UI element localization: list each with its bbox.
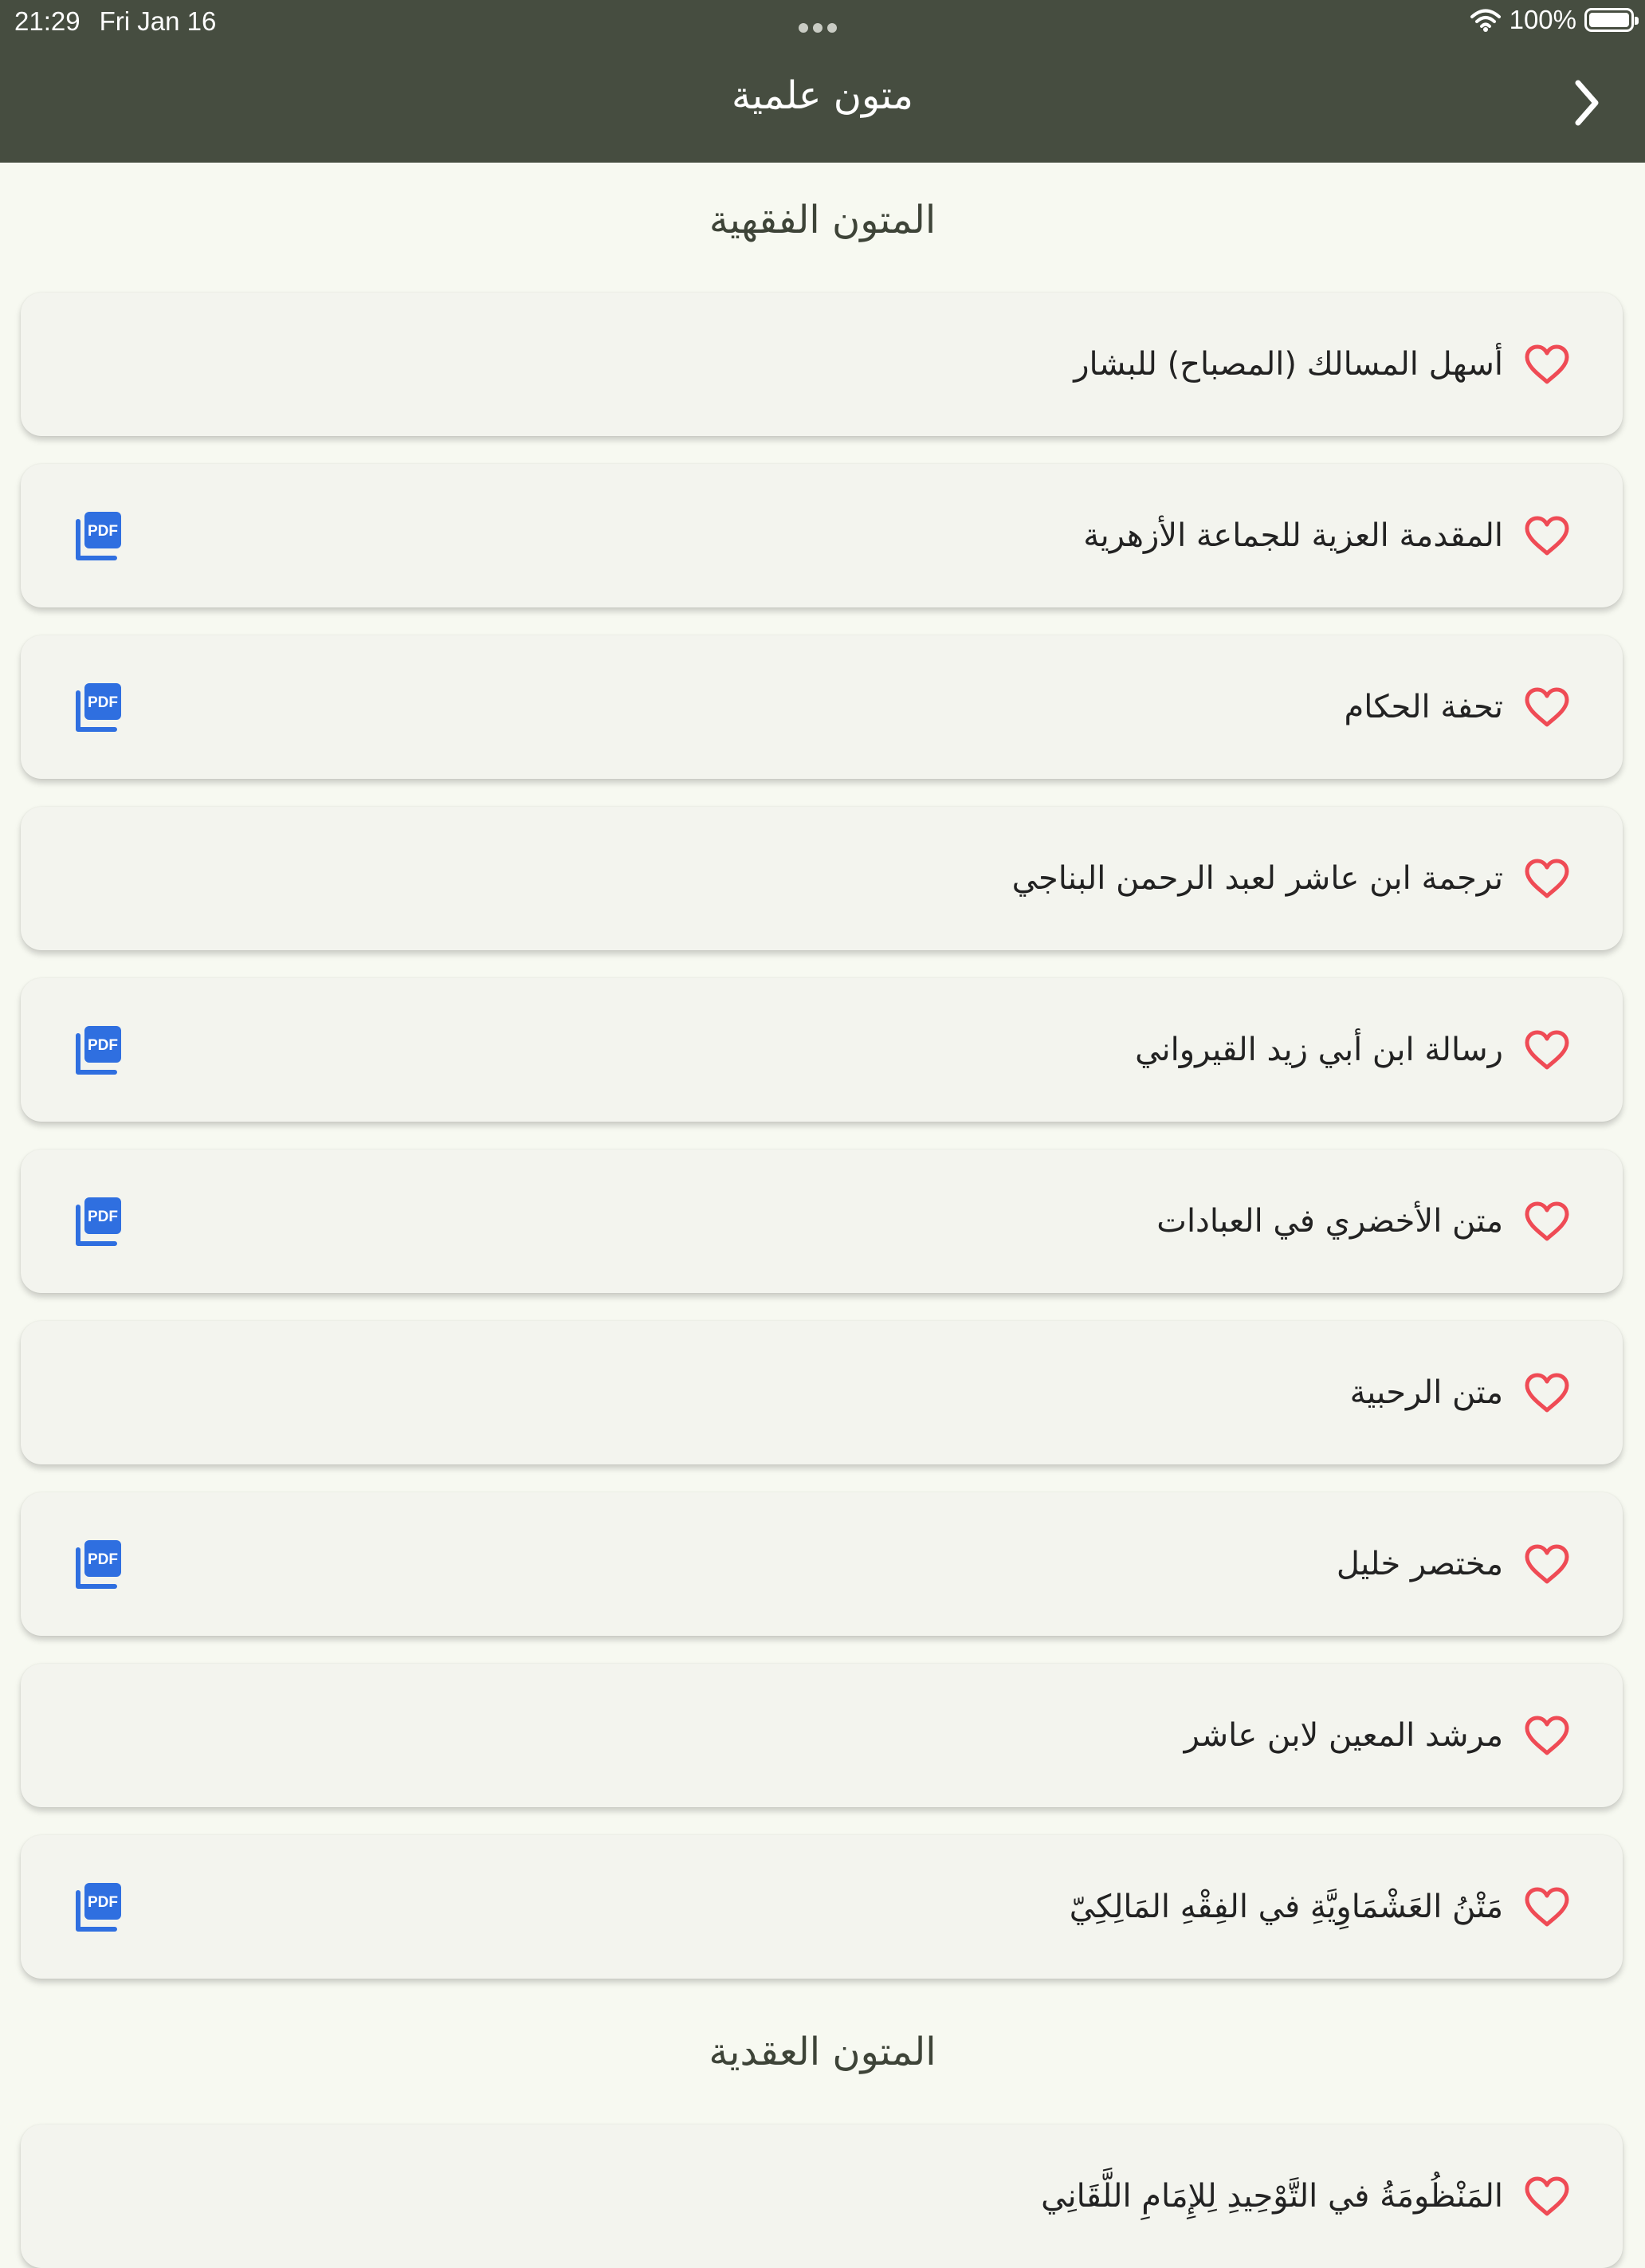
pdf-icon[interactable]: PDF xyxy=(72,680,124,734)
list-item-title: أسهل المسالك (المصباح) للبشار xyxy=(1074,346,1503,383)
battery-percent: 100% xyxy=(1509,5,1576,34)
status-time: 21:29 Fri Jan 16 xyxy=(14,6,216,37)
svg-text:PDF: PDF xyxy=(88,523,118,540)
status-date: Fri Jan 16 xyxy=(99,6,217,36)
list-item[interactable]: مَتْنُ العَشْمَاوِيَّةِ في الفِقْهِ المَ… xyxy=(21,1835,1623,1979)
status-right: 100% xyxy=(1470,5,1639,35)
heart-icon[interactable] xyxy=(1524,1715,1570,1756)
list-item-title: تحفة الحكام xyxy=(1344,689,1503,725)
heart-icon[interactable] xyxy=(1524,515,1570,556)
list-item[interactable]: تحفة الحكام PDF xyxy=(21,635,1623,779)
heart-icon[interactable] xyxy=(1524,1372,1570,1413)
wifi-icon xyxy=(1470,9,1501,32)
multitasking-dots-icon[interactable] xyxy=(799,21,846,33)
battery-icon xyxy=(1584,8,1639,32)
svg-text:PDF: PDF xyxy=(88,1894,118,1911)
pdf-icon[interactable]: PDF xyxy=(72,509,124,563)
heart-icon[interactable] xyxy=(1524,1543,1570,1585)
list-item-title: ترجمة ابن عاشر لعبد الرحمن البناجي xyxy=(1011,860,1503,897)
battery-fill xyxy=(1589,13,1629,27)
list-item[interactable]: متن الأخضري في العبادات PDF xyxy=(21,1150,1623,1293)
list-item[interactable]: المقدمة العزية للجماعة الأزهرية PDF xyxy=(21,464,1623,607)
list-item[interactable]: رسالة ابن أبي زيد القيرواني PDF xyxy=(21,978,1623,1122)
svg-text:PDF: PDF xyxy=(88,1037,118,1054)
list-item[interactable]: مرشد المعين لابن عاشر xyxy=(21,1664,1623,1807)
heart-icon[interactable] xyxy=(1524,858,1570,899)
section-title: المتون الفقهية xyxy=(709,198,936,242)
list-item[interactable]: ترجمة ابن عاشر لعبد الرحمن البناجي xyxy=(21,807,1623,950)
list-item[interactable]: متن الرحبية xyxy=(21,1321,1623,1464)
list-item-title: المَنْظُومَةُ في التَّوْحِيدِ لِلإِمَامِ… xyxy=(1041,2178,1503,2215)
svg-text:PDF: PDF xyxy=(88,1209,118,1225)
list-item-title: متن الرحبية xyxy=(1349,1374,1503,1411)
list-item-title: مَتْنُ العَشْمَاوِيَّةِ في الفِقْهِ المَ… xyxy=(1069,1889,1503,1925)
heart-icon[interactable] xyxy=(1524,686,1570,728)
status-clock: 21:29 xyxy=(14,6,80,36)
heart-icon[interactable] xyxy=(1524,2176,1570,2217)
list-item-title: المقدمة العزية للجماعة الأزهرية xyxy=(1083,517,1503,554)
page-title: متون علمية xyxy=(732,73,913,118)
list-item[interactable]: أسهل المسالك (المصباح) للبشار xyxy=(21,293,1623,436)
heart-icon[interactable] xyxy=(1524,1029,1570,1071)
top-bar: 21:29 Fri Jan 16 100% متون علمية xyxy=(0,0,1645,163)
svg-text:PDF: PDF xyxy=(88,1551,118,1568)
list-item-title: متن الأخضري في العبادات xyxy=(1156,1203,1503,1240)
pdf-icon[interactable]: PDF xyxy=(72,1023,124,1077)
list-item[interactable]: المَنْظُومَةُ في التَّوْحِيدِ لِلإِمَامِ… xyxy=(21,2125,1623,2268)
heart-icon[interactable] xyxy=(1524,1886,1570,1928)
svg-text:PDF: PDF xyxy=(88,694,118,711)
list-item-title: مختصر خليل xyxy=(1336,1546,1503,1582)
section-title: المتون العقدية xyxy=(709,2030,936,2074)
pdf-icon[interactable]: PDF xyxy=(72,1880,124,1934)
list-item-title: مرشد المعين لابن عاشر xyxy=(1184,1717,1503,1754)
pdf-icon[interactable]: PDF xyxy=(72,1537,124,1591)
list-item[interactable]: مختصر خليل PDF xyxy=(21,1492,1623,1636)
list-item-title: رسالة ابن أبي زيد القيرواني xyxy=(1135,1032,1503,1068)
heart-icon[interactable] xyxy=(1524,344,1570,385)
chevron-right-icon[interactable] xyxy=(1562,75,1610,131)
pdf-icon[interactable]: PDF xyxy=(72,1194,124,1248)
heart-icon[interactable] xyxy=(1524,1201,1570,1242)
